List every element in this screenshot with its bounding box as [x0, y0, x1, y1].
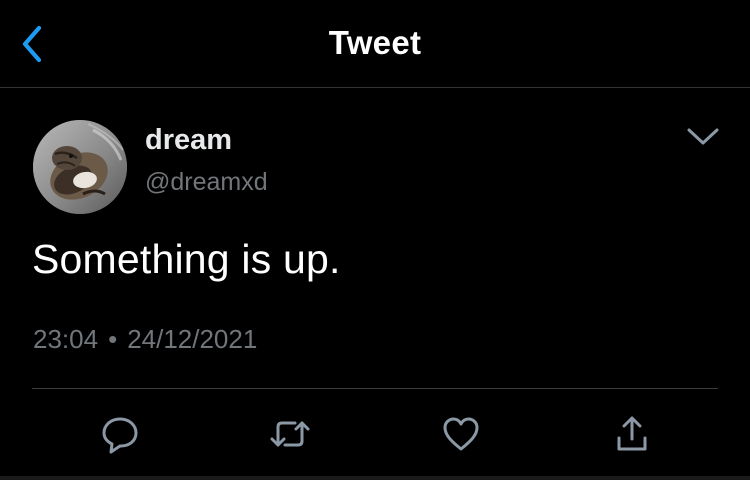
retweet-icon: [270, 421, 310, 447]
bottom-edge: [0, 476, 750, 480]
tweet-date: 24/12/2021: [127, 324, 258, 354]
tweet-action-bar: [0, 410, 750, 458]
more-options-button[interactable]: [680, 120, 726, 154]
heart-icon: [443, 417, 479, 451]
author-display-name[interactable]: dream: [145, 124, 232, 157]
avatar[interactable]: [33, 120, 127, 214]
retweet-button[interactable]: [266, 410, 314, 458]
chevron-down-icon: [687, 128, 719, 145]
cat-photo-avatar-image: [33, 120, 127, 214]
author-handle[interactable]: @dreamxd: [145, 168, 268, 197]
share-button[interactable]: [608, 410, 656, 458]
reply-icon: [102, 417, 138, 454]
tweet-timestamp: 23:04 • 24/12/2021: [33, 324, 257, 355]
tweet-text: Something is up.: [32, 236, 341, 282]
top-bar: Tweet: [0, 0, 750, 88]
share-icon: [617, 416, 647, 451]
page-title: Tweet: [328, 24, 422, 61]
meta-separator: •: [108, 324, 118, 354]
reply-button[interactable]: [96, 410, 144, 458]
tweet-time: 23:04: [33, 324, 99, 354]
divider: [32, 388, 718, 389]
tweet-detail-screen: Tweet dream @dreamxd Something is up. 23…: [0, 0, 750, 480]
like-button[interactable]: [437, 410, 485, 458]
